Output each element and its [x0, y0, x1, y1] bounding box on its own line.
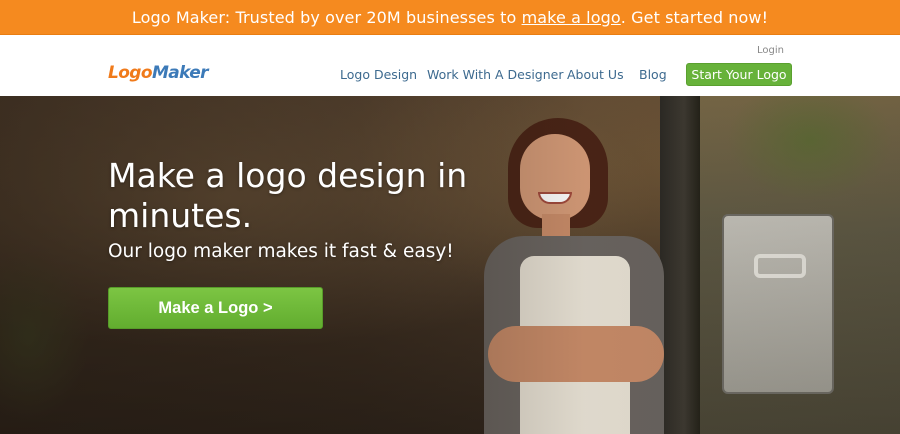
start-your-logo-button[interactable]: Start Your Logo — [686, 63, 792, 86]
promo-text-suffix: . Get started now! — [620, 7, 769, 27]
promo-banner: Logo Maker: Trusted by over 20M business… — [0, 0, 900, 35]
hero-title: Make a logo design in minutes. — [108, 156, 468, 235]
promo-text: Logo Maker: Trusted by over 20M business… — [131, 7, 522, 27]
hero-section: Make a logo design in minutes. Our logo … — [0, 96, 900, 434]
site-header: LogoMaker Login Logo Design Work With A … — [0, 35, 900, 96]
nav-work-with-designer[interactable]: Work With A Designer — [427, 67, 564, 82]
hero-overlay — [0, 96, 900, 434]
nav-logo-design[interactable]: Logo Design — [340, 67, 417, 82]
make-a-logo-button[interactable]: Make a Logo > — [108, 287, 323, 329]
login-link[interactable]: Login — [757, 45, 784, 56]
nav-about-us[interactable]: About Us — [567, 67, 624, 82]
hero-subtitle: Our logo maker makes it fast & easy! — [108, 241, 454, 262]
nav-blog[interactable]: Blog — [639, 67, 667, 82]
promo-link[interactable]: make a logo — [522, 8, 621, 27]
